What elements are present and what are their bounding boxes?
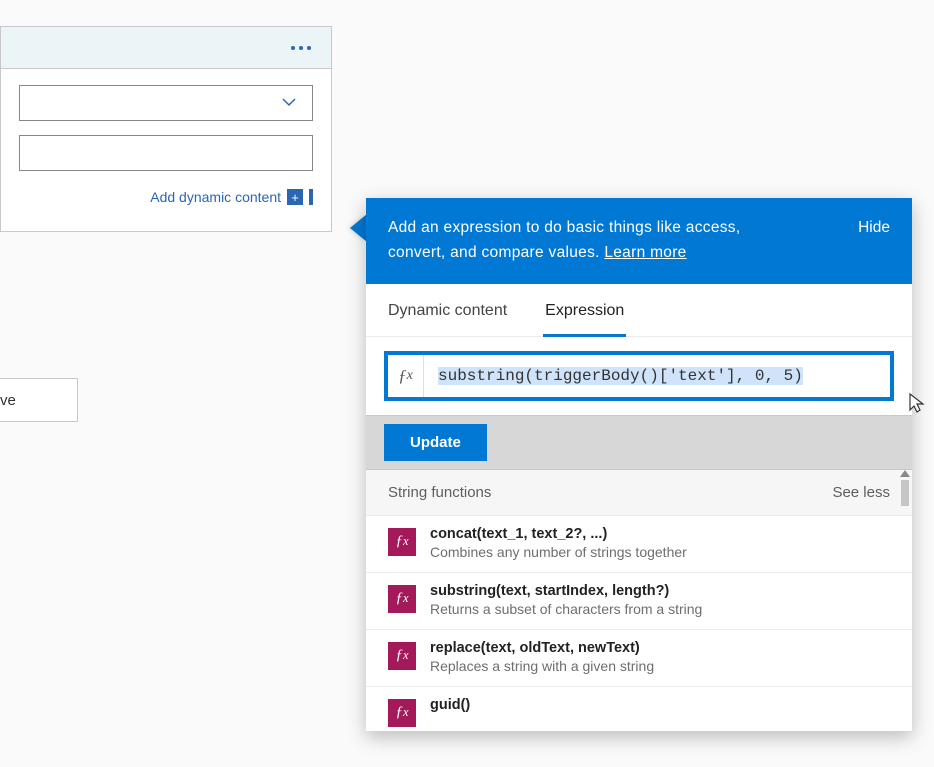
- ellipsis-menu[interactable]: [291, 27, 311, 69]
- tabs: Dynamic content Expression: [366, 284, 912, 337]
- plus-icon: +: [287, 189, 303, 205]
- expression-popover: Add an expression to do basic things lik…: [366, 198, 912, 731]
- fx-badge-icon: ƒx: [388, 699, 416, 727]
- add-dynamic-label: Add dynamic content: [150, 189, 281, 205]
- bar-icon: [309, 189, 313, 205]
- fx-badge-icon: ƒx: [388, 585, 416, 613]
- function-signature: guid(): [430, 697, 470, 713]
- update-button[interactable]: Update: [384, 424, 487, 461]
- action-card: Add dynamic content +: [0, 26, 332, 232]
- partial-button-label: ve: [0, 392, 16, 409]
- fx-icon: ƒx: [388, 355, 424, 397]
- dropdown-field[interactable]: [19, 85, 313, 121]
- section-title: String functions: [388, 484, 491, 501]
- add-dynamic-content-link[interactable]: Add dynamic content +: [19, 185, 313, 205]
- expression-input-wrap: ƒx substring(triggerBody()['text'], 0, 5…: [384, 351, 894, 401]
- text-field[interactable]: [19, 135, 313, 171]
- function-signature: substring(text, startIndex, length?): [430, 583, 702, 599]
- tab-dynamic-content[interactable]: Dynamic content: [388, 284, 507, 336]
- function-item-substring[interactable]: ƒx substring(text, startIndex, length?) …: [366, 573, 912, 630]
- card-body: Add dynamic content +: [1, 69, 331, 231]
- function-item-concat[interactable]: ƒx concat(text_1, text_2?, ...) Combines…: [366, 516, 912, 573]
- see-less-link[interactable]: See less: [832, 484, 890, 501]
- function-signature: replace(text, oldText, newText): [430, 640, 654, 656]
- partial-button[interactable]: ve: [0, 378, 78, 422]
- fx-badge-icon: ƒx: [388, 528, 416, 556]
- learn-more-link[interactable]: Learn more: [604, 244, 686, 261]
- hide-link[interactable]: Hide: [858, 216, 890, 266]
- function-item-guid[interactable]: ƒx guid(): [366, 687, 912, 731]
- function-list: ƒx concat(text_1, text_2?, ...) Combines…: [366, 516, 912, 731]
- card-header: [1, 27, 331, 69]
- popover-banner: Add an expression to do basic things lik…: [366, 198, 912, 284]
- function-description: Combines any number of strings together: [430, 544, 687, 560]
- function-description: Replaces a string with a given string: [430, 658, 654, 674]
- function-item-replace[interactable]: ƒx replace(text, oldText, newText) Repla…: [366, 630, 912, 687]
- function-description: Returns a subset of characters from a st…: [430, 601, 702, 617]
- section-string-functions: String functions See less: [366, 470, 912, 516]
- fx-badge-icon: ƒx: [388, 642, 416, 670]
- update-row: Update: [366, 415, 912, 470]
- banner-text: Add an expression to do basic things lik…: [388, 216, 740, 266]
- chevron-down-icon: [280, 93, 298, 116]
- function-signature: concat(text_1, text_2?, ...): [430, 526, 687, 542]
- popover-pointer-icon: [350, 214, 367, 242]
- expression-input[interactable]: substring(triggerBody()['text'], 0, 5): [424, 355, 890, 397]
- scrollbar[interactable]: [900, 470, 910, 510]
- expression-value: substring(triggerBody()['text'], 0, 5): [438, 367, 803, 385]
- tab-expression[interactable]: Expression: [545, 284, 624, 336]
